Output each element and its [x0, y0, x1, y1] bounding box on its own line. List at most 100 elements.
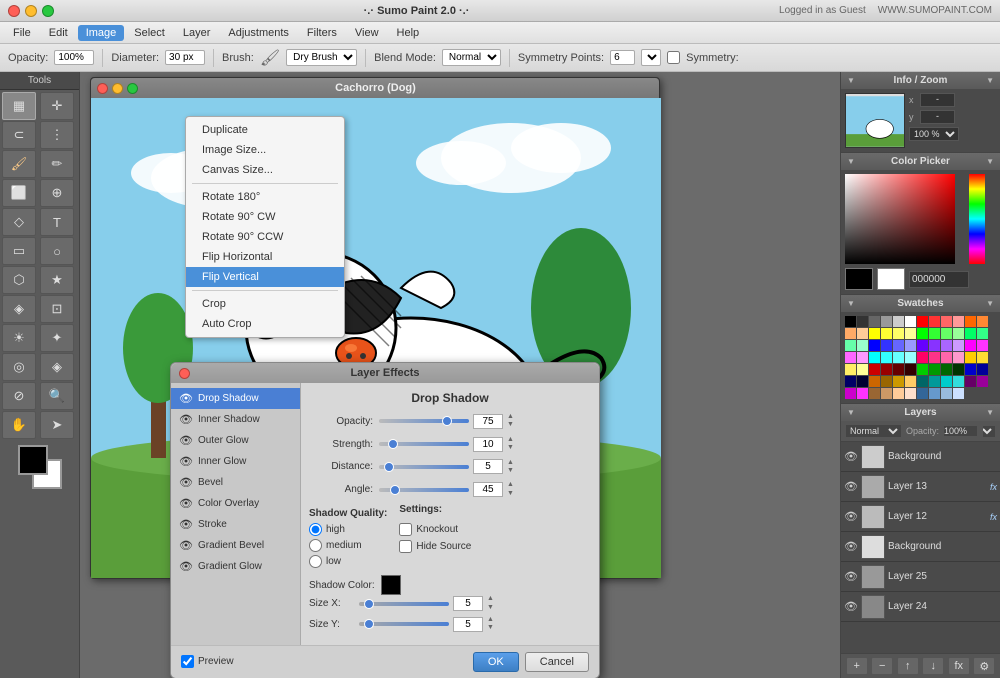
swatch-cell[interactable] [929, 364, 940, 375]
menu-layer[interactable]: Layer [175, 25, 219, 41]
menu-help[interactable]: Help [389, 25, 428, 41]
size-y-up-arrow[interactable]: ▲ [487, 616, 494, 624]
swatch-cell[interactable] [893, 328, 904, 339]
move-down-button[interactable]: ↓ [922, 657, 944, 675]
swatch-cell[interactable] [893, 364, 904, 375]
swatch-cell[interactable] [929, 328, 940, 339]
distance-value-input[interactable] [473, 459, 503, 474]
distance-down-arrow[interactable]: ▼ [507, 467, 514, 475]
swatches-header[interactable]: ▼ Swatches ▼ [841, 295, 1000, 312]
swatch-cell[interactable] [965, 328, 976, 339]
menu-item-flip-vertical[interactable]: Flip Vertical [186, 267, 344, 287]
swatch-cell[interactable] [929, 316, 940, 327]
swatch-cell[interactable] [905, 352, 916, 363]
swatch-cell[interactable] [857, 364, 868, 375]
brush-select[interactable]: Dry Brush [286, 49, 357, 66]
quality-medium-radio[interactable] [309, 539, 322, 552]
swatch-cell[interactable] [953, 316, 964, 327]
size-x-up-arrow[interactable]: ▲ [487, 595, 494, 603]
swatch-cell[interactable] [881, 328, 892, 339]
effect-stroke[interactable]: 👁 Stroke [171, 514, 300, 535]
size-y-value-input[interactable] [453, 617, 483, 632]
color-picker-header[interactable]: ▼ Color Picker ▼ [841, 153, 1000, 170]
tool-ellipse[interactable]: ○ [40, 237, 74, 265]
layers-blend-mode-select[interactable]: Normal [845, 424, 902, 438]
layer-row[interactable]: 👁Layer 13fx [841, 472, 1000, 502]
size-x-down-arrow[interactable]: ▼ [487, 604, 494, 612]
menu-item-duplicate[interactable]: Duplicate [186, 120, 344, 140]
menu-item-rotate-90-ccw[interactable]: Rotate 90° CCW [186, 227, 344, 247]
effect-outer-glow[interactable]: 👁 Outer Glow [171, 430, 300, 451]
swatch-cell[interactable] [893, 388, 904, 399]
menu-item-auto-crop[interactable]: Auto Crop [186, 314, 344, 334]
layer-row[interactable]: 👁Layer 24 [841, 592, 1000, 622]
tool-arrow[interactable]: ➤ [40, 411, 74, 439]
swatch-cell[interactable] [881, 388, 892, 399]
swatch-cell[interactable] [953, 328, 964, 339]
size-x-value-input[interactable] [453, 596, 483, 611]
swatch-cell[interactable] [953, 340, 964, 351]
menu-item-canvas-size[interactable]: Canvas Size... [186, 160, 344, 180]
swatch-cell[interactable] [869, 388, 880, 399]
swatch-cell[interactable] [845, 364, 856, 375]
swatch-cell[interactable] [905, 328, 916, 339]
effect-color-overlay[interactable]: 👁 Color Overlay [171, 493, 300, 514]
swatch-cell[interactable] [869, 364, 880, 375]
swatch-cell[interactable] [977, 316, 988, 327]
tool-polygon[interactable]: ⬡ [2, 266, 36, 294]
menu-item-crop[interactable]: Crop [186, 294, 344, 314]
maximize-button[interactable] [42, 5, 54, 17]
hide-source-checkbox[interactable] [399, 540, 412, 553]
swatch-cell[interactable] [845, 328, 856, 339]
swatch-cell[interactable] [905, 376, 916, 387]
angle-slider[interactable] [379, 488, 469, 492]
swatch-cell[interactable] [881, 376, 892, 387]
swatch-cell[interactable] [869, 340, 880, 351]
tool-magic-wand[interactable]: ⋮ [40, 121, 74, 149]
window-controls[interactable] [8, 5, 54, 17]
tool-sharpen[interactable]: ◈ [40, 353, 74, 381]
spectrum-hue[interactable] [969, 174, 985, 264]
tool-blur[interactable]: ◎ [2, 353, 36, 381]
tool-stamp[interactable]: ⊕ [40, 179, 74, 207]
tool-transform[interactable]: ⊡ [40, 295, 74, 323]
document-controls[interactable] [97, 83, 138, 94]
menu-file[interactable]: File [5, 25, 39, 41]
layer-visibility-icon[interactable]: 👁 [844, 450, 858, 463]
tool-smudge[interactable]: ✦ [40, 324, 74, 352]
swatch-cell[interactable] [953, 364, 964, 375]
quality-high-radio[interactable] [309, 523, 322, 536]
minimize-button[interactable] [25, 5, 37, 17]
tool-star[interactable]: ★ [40, 266, 74, 294]
swatch-cell[interactable] [905, 388, 916, 399]
swatch-cell[interactable] [929, 376, 940, 387]
swatch-cell[interactable] [977, 328, 988, 339]
menu-image[interactable]: Image [78, 25, 125, 41]
swatch-cell[interactable] [917, 376, 928, 387]
layers-header[interactable]: ▼ Layers ▼ [841, 404, 1000, 421]
angle-up-arrow[interactable]: ▲ [507, 481, 514, 489]
menu-item-image-size[interactable]: Image Size... [186, 140, 344, 160]
swatch-cell[interactable] [965, 364, 976, 375]
angle-down-arrow[interactable]: ▼ [507, 490, 514, 498]
move-up-button[interactable]: ↑ [897, 657, 919, 675]
close-button[interactable] [8, 5, 20, 17]
layer-visibility-icon[interactable]: 👁 [844, 540, 858, 553]
opacity-down-arrow[interactable]: ▼ [507, 421, 514, 429]
preview-checkbox[interactable] [181, 655, 194, 668]
swatch-cell[interactable] [869, 328, 880, 339]
swatch-cell[interactable] [845, 340, 856, 351]
diameter-input[interactable] [165, 50, 205, 65]
effect-bevel[interactable]: 👁 Bevel [171, 472, 300, 493]
swatch-cell[interactable] [905, 364, 916, 375]
doc-close-button[interactable] [97, 83, 108, 94]
strength-slider[interactable] [379, 442, 469, 446]
swatch-cell[interactable] [881, 364, 892, 375]
swatch-cell[interactable] [857, 388, 868, 399]
delete-layer-button[interactable]: − [871, 657, 893, 675]
opacity-slider[interactable] [379, 419, 469, 423]
swatch-cell[interactable] [857, 340, 868, 351]
swatch-cell[interactable] [953, 352, 964, 363]
symmetry-points-input[interactable] [610, 50, 635, 65]
info-zoom-header[interactable]: ▼ Info / Zoom ▼ [841, 72, 1000, 89]
